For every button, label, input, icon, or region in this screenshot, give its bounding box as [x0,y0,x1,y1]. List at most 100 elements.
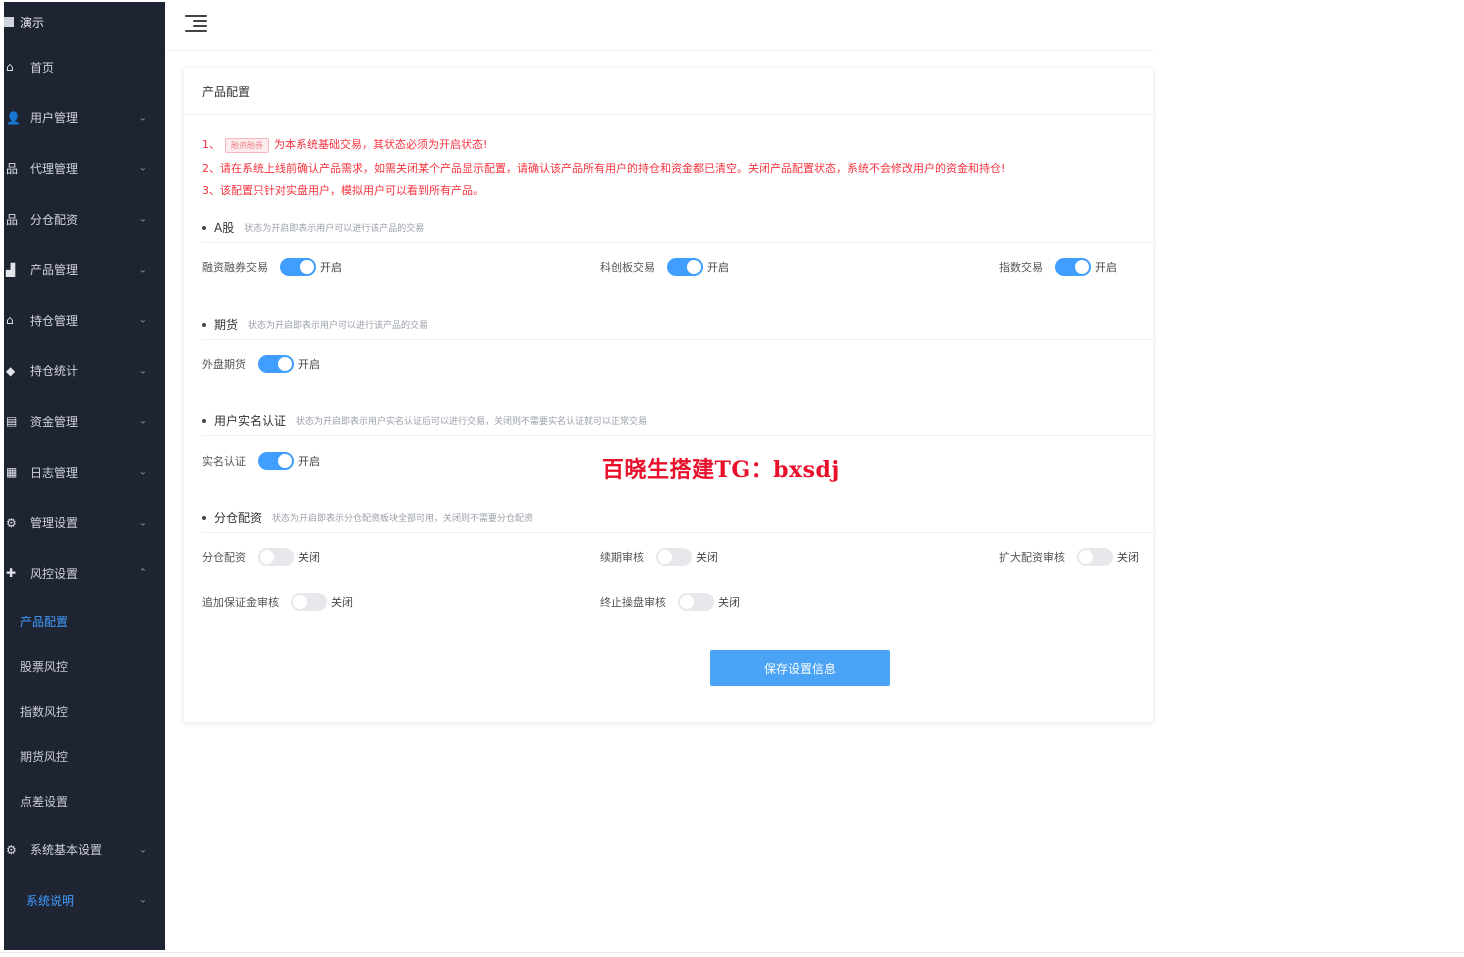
field-foreign-futures: 外盘期货 开启 [202,355,320,373]
save-settings-button[interactable]: 保存设置信息 [710,650,890,686]
sidebar-item[interactable]: ✚ 风控设置 ⌃ [4,548,165,599]
expand-review-switch[interactable] [1077,548,1113,566]
section-a-shares: A股 状态为开启即表示用户可以进行该产品的交易 [202,219,424,236]
sidebar-item-label: 系统基本设置 [30,843,103,858]
sidebar-item-label: 分仓配资 [30,212,79,227]
sidebar-item[interactable]: 品代理管理 ⌄ [4,143,165,194]
split-funding-switch[interactable] [258,548,294,566]
margin-trading-switch[interactable] [280,258,316,276]
notice-text: 为本系统基础交易，其状态必须为开启状态! [274,138,488,151]
foreign-futures-switch[interactable] [258,355,294,373]
section-desc: 状态为开启即表示用户可以进行该产品的交易 [244,224,425,234]
chevron-icon: ⌄ [138,112,147,124]
user-icon: 👤 [6,110,21,125]
margin-tag: 融资融券 [225,138,269,153]
field-label: 分仓配资 [202,551,246,564]
sidebar-item-label: 用户管理 [30,111,79,126]
gear-icon: ⚙ [6,842,17,857]
sidebar-item[interactable]: ⌂ 首页 [4,42,165,93]
notice-line-1: 1、 融资融券 为本系统基础交易，其状态必须为开启状态! [202,136,487,153]
chevron-icon: ⌄ [138,894,147,906]
sidebar-subitem[interactable]: 产品配置 [4,599,165,644]
sidebar-subitem[interactable]: 期货风控 [4,734,165,779]
org-icon: 品 [6,212,19,227]
field-label: 融资融券交易 [202,261,268,274]
terminate-review-switch[interactable] [678,593,714,611]
switch-status: 关闭 [718,596,740,609]
sidebar-item[interactable]: 系统说明 ⌄ [4,875,165,926]
org-icon: 品 [6,161,19,176]
field-star-market: 科创板交易 开启 [600,258,729,276]
realname-switch[interactable] [258,452,294,470]
chevron-icon: ⌄ [138,466,147,478]
notice-line-3: 3、该配置只针对实盘用户，模拟用户可以看到所有产品。 [202,184,484,197]
sidebar-item[interactable]: ▦ 日志管理 ⌄ [4,447,165,498]
sidebar-item-label: 资金管理 [30,414,79,429]
field-label: 扩大配资审核 [999,551,1065,564]
sidebar-menu: ⌂ 首页 👤 用户管理 ⌄ 品代理管理 ⌄ 品分仓配资 ⌄ ▟ 产品管理 ⌄ ⌂ 持仓管理 ⌄ ◆ 持仓统计 ⌄ ▤… [4,42,165,926]
sidebar-item-label: 持仓管理 [30,313,79,328]
switch-status: 开启 [298,358,320,371]
section-realname: 用户实名认证 状态为开启即表示用户实名认证后可以进行交易，关闭则不需要实名认证就… [202,412,647,429]
switch-status: 开启 [1095,261,1117,274]
field-label: 续期审核 [600,551,644,564]
menu-toggle-icon[interactable] [185,13,209,33]
sidebar-item[interactable]: ⌂ 持仓管理 ⌄ [4,295,165,346]
renew-review-switch[interactable] [656,548,692,566]
field-margin-add-review: 追加保证金审核 关闭 [202,593,353,611]
sidebar-item[interactable]: ⚙ 管理设置 ⌄ [4,497,165,548]
field-split-funding: 分仓配资 关闭 [202,548,320,566]
divider [202,532,1153,533]
sidebar-subitem[interactable]: 点差设置 [4,779,165,824]
field-label: 外盘期货 [202,358,246,371]
field-realname: 实名认证 开启 [202,452,320,470]
divider [0,952,1464,953]
switch-status: 开启 [707,261,729,274]
card-title: 产品配置 [202,85,251,99]
divider [202,339,1153,340]
field-label: 指数交易 [999,261,1043,274]
sidebar-item-label: 首页 [30,60,55,75]
bullet-icon [202,515,206,520]
field-expand-review: 扩大配资审核 关闭 [999,548,1139,566]
sidebar-item-label: 持仓统计 [30,364,79,379]
margin-add-review-switch[interactable] [291,593,327,611]
wallet-icon: ▤ [6,414,18,429]
switch-status: 关闭 [331,596,353,609]
switch-status: 开启 [298,455,320,468]
sidebar-item[interactable]: ⚙ 系统基本设置 ⌄ [4,824,165,875]
chart-icon: ▟ [6,262,16,277]
sidebar-item[interactable]: 👤 用户管理 ⌄ [4,93,165,144]
chevron-icon: ⌄ [138,213,147,225]
switch-status: 开启 [320,261,342,274]
index-trading-switch[interactable] [1055,258,1091,276]
chevron-icon: ⌄ [138,415,147,427]
section-futures: 期货 状态为开启即表示用户可以进行该产品的交易 [202,316,428,333]
chevron-icon: ⌄ [138,162,147,174]
sidebar-item[interactable]: ◆ 持仓统计 ⌄ [4,346,165,397]
section-title: 期货 [214,318,239,332]
field-terminate-review: 终止操盘审核 关闭 [600,593,740,611]
chevron-icon: ⌄ [138,264,147,276]
sidebar-item-label: 系统说明 [26,893,75,908]
sidebar-subitem[interactable]: 指数风控 [4,689,165,734]
graduation-icon: ◆ [6,363,16,378]
field-label: 科创板交易 [600,261,655,274]
sidebar-item[interactable]: ▤ 资金管理 ⌄ [4,396,165,447]
divider [184,114,1153,115]
star-market-switch[interactable] [667,258,703,276]
field-margin-trading: 融资融券交易 开启 [202,258,342,276]
sidebar-item[interactable]: ▟ 产品管理 ⌄ [4,244,165,295]
section-split-funding: 分仓配资 状态为开启即表示分仓配资板块全部可用，关闭则不需要分仓配资 [202,509,533,526]
sidebar-subitem[interactable]: 股票风控 [4,644,165,689]
sidebar-item-label: 日志管理 [30,465,79,480]
divider [202,242,1153,243]
watermark: 百晓生搭建TG：bxsdj [602,457,840,483]
sidebar-item-label: 风控设置 [30,566,79,581]
notice-line-2: 2、请在系统上线前确认产品需求，如需关闭某个产品显示配置，请确认该产品所有用户的… [202,162,1006,175]
sidebar-item[interactable]: 品分仓配资 ⌄ [4,194,165,245]
divider [202,435,1153,436]
section-title: A股 [214,221,235,235]
brand[interactable]: 演示 [4,2,165,42]
sidebar: 演示 ⌂ 首页 👤 用户管理 ⌄ 品代理管理 ⌄ 品分仓配资 ⌄ ▟ 产品管理 ⌄ ⌂ 持仓管理 ⌄ ◆ 持仓统… [4,2,165,950]
